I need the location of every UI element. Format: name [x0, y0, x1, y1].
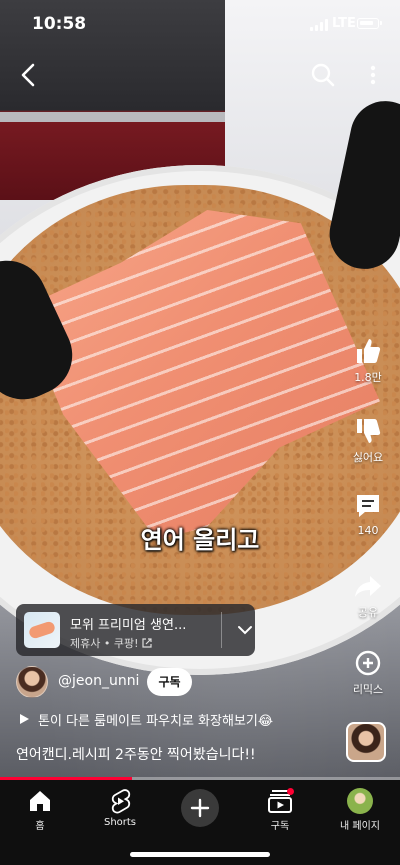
battery-icon	[357, 18, 382, 29]
nav-you-label: 내 페이지	[340, 821, 380, 832]
notification-dot	[287, 788, 294, 795]
nav-subscriptions[interactable]: 구독	[240, 788, 320, 832]
remix-icon	[355, 650, 381, 676]
sound-thumbnail[interactable]	[346, 722, 386, 762]
channel-avatar[interactable]	[16, 666, 48, 698]
play-icon	[20, 714, 29, 724]
share-label: 공유	[357, 606, 379, 619]
status-bar: 10:58 LTE	[0, 0, 400, 48]
like-count: 1.8만	[354, 371, 382, 384]
profile-avatar	[347, 788, 373, 814]
nav-home[interactable]: 홈	[0, 788, 80, 832]
status-time: 10:58	[32, 14, 87, 34]
playlist-link[interactable]: 톤이 다른 룸메이트 파우치로 화장해보기😂	[16, 710, 316, 730]
home-icon	[30, 791, 50, 811]
home-indicator	[130, 852, 270, 857]
share-button[interactable]: 공유	[340, 570, 396, 620]
like-button[interactable]: 1.8만	[340, 335, 396, 385]
nav-shorts-label: Shorts	[103, 817, 137, 828]
nav-shorts[interactable]: Shorts	[80, 788, 160, 828]
thumbs-up-icon	[357, 339, 381, 363]
video-description[interactable]: 연어캔디.레시피 2주동안 찍어봤습니다!!	[16, 744, 326, 764]
playlist-title: 톤이 다른 룸메이트 파우치로 화장해보기😂	[38, 714, 274, 729]
search-button[interactable]	[308, 60, 338, 90]
product-source: 제휴사 • 쿠팡!	[70, 637, 139, 650]
shorts-icon	[111, 789, 131, 814]
channel-handle[interactable]: @jeon_unni	[58, 673, 139, 689]
channel-row: @jeon_unni 구독	[16, 666, 316, 698]
product-divider	[221, 612, 222, 648]
nav-you[interactable]: 내 페이지	[320, 788, 400, 832]
comment-icon	[357, 495, 379, 517]
thumbs-down-icon	[357, 419, 381, 443]
share-icon	[355, 576, 381, 597]
product-thumbnail	[24, 612, 60, 648]
nav-subscriptions-label: 구독	[270, 821, 290, 832]
search-icon	[311, 63, 335, 87]
subscribe-button[interactable]: 구독	[147, 668, 192, 696]
dislike-label: 싫어요	[352, 451, 384, 464]
product-title: 모위 프리미엄 생연...	[70, 618, 187, 633]
product-subtitle: 제휴사 • 쿠팡!	[70, 635, 152, 651]
plus-icon	[190, 798, 210, 818]
back-arrow-icon	[21, 63, 35, 87]
more-options-button[interactable]	[358, 60, 388, 90]
signal-icon	[310, 19, 328, 31]
comments-button[interactable]: 140	[340, 490, 396, 537]
external-link-icon	[141, 638, 152, 648]
more-vertical-icon	[370, 65, 376, 85]
back-button[interactable]	[14, 60, 44, 90]
video-glove-right	[323, 94, 400, 276]
remix-label: 리믹스	[352, 683, 384, 696]
dislike-button[interactable]: 싫어요	[340, 415, 396, 465]
create-button[interactable]	[181, 789, 219, 827]
chevron-down-icon[interactable]	[236, 622, 254, 638]
remix-button[interactable]: 리믹스	[340, 647, 396, 697]
bottom-navigation: 홈 Shorts 구독 내 페이지	[0, 780, 400, 865]
network-type: LTE	[332, 16, 356, 31]
comment-count: 140	[357, 524, 379, 537]
product-card[interactable]: 모위 프리미엄 생연... 제휴사 • 쿠팡!	[16, 604, 255, 656]
nav-home-label: 홈	[35, 821, 45, 832]
